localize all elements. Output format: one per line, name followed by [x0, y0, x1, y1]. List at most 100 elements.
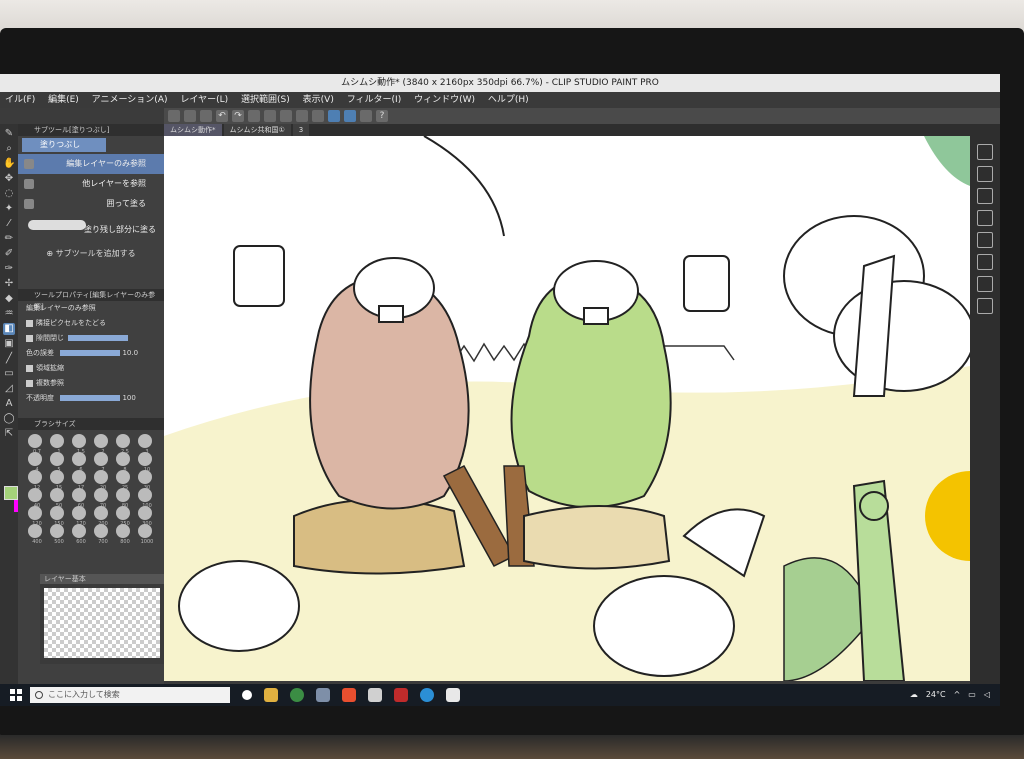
brush-size-option[interactable]: 17: [72, 470, 86, 491]
menu-animation[interactable]: アニメーション(A): [87, 92, 173, 108]
volume-icon[interactable]: ◁: [984, 684, 990, 706]
clear-icon[interactable]: [248, 110, 260, 122]
network-icon[interactable]: ▭: [968, 684, 976, 706]
transform-icon[interactable]: [280, 110, 292, 122]
zoom-tool-icon[interactable]: ⌕: [3, 143, 15, 155]
brush-size-option[interactable]: 15: [50, 470, 64, 491]
dock-button-1[interactable]: [977, 144, 993, 160]
prop-area-scaling[interactable]: 領域拡縮: [18, 361, 164, 376]
brush-tool-icon[interactable]: ✐: [3, 248, 15, 260]
menu-window[interactable]: ウィンドウ(W): [409, 92, 480, 108]
document-icon[interactable]: [368, 688, 382, 702]
brush-size-option[interactable]: 30: [138, 470, 152, 491]
dock-button-5[interactable]: [977, 232, 993, 248]
snap-grid-icon[interactable]: [360, 110, 372, 122]
menu-view[interactable]: 表示(V): [298, 92, 339, 108]
text-tool-icon[interactable]: A: [3, 398, 15, 410]
pen-tool-icon[interactable]: ✎: [3, 128, 15, 140]
brush-size-option[interactable]: 7: [94, 452, 108, 473]
brush-size-option[interactable]: 250: [116, 506, 130, 527]
opacity-slider[interactable]: [60, 395, 121, 401]
brush-size-option[interactable]: 8: [116, 452, 130, 473]
brush-size-option[interactable]: 50: [50, 488, 64, 509]
weather-icon[interactable]: ☁: [910, 684, 918, 706]
brush-size-option[interactable]: 120: [28, 506, 42, 527]
deselect-icon[interactable]: [296, 110, 308, 122]
brush-size-option[interactable]: 0.7: [28, 434, 42, 455]
brush-size-option[interactable]: 170: [72, 506, 86, 527]
brush-size-option[interactable]: 2.5: [116, 434, 130, 455]
balloon-tool-icon[interactable]: ◯: [3, 413, 15, 425]
drawing-canvas[interactable]: [164, 136, 970, 681]
prop-multiple-ref[interactable]: 複数参照: [18, 376, 164, 391]
brush-size-option[interactable]: 10: [138, 452, 152, 473]
brush-size-option[interactable]: 800: [116, 524, 130, 545]
pencil-tool-icon[interactable]: ✏: [3, 233, 15, 245]
new-icon[interactable]: [168, 110, 180, 122]
dock-button-4[interactable]: [977, 210, 993, 226]
move-tool-icon[interactable]: ✥: [3, 173, 15, 185]
brush-size-option[interactable]: 40: [28, 488, 42, 509]
snap-special-ruler-icon[interactable]: [344, 110, 356, 122]
filezilla-icon[interactable]: [394, 688, 408, 702]
redo-icon[interactable]: ↷: [232, 110, 244, 122]
dock-button-2[interactable]: [977, 166, 993, 182]
brush-size-option[interactable]: 20: [94, 470, 108, 491]
figure-tool-icon[interactable]: ╱: [3, 353, 15, 365]
prop-follow-pixels[interactable]: 隣接ピクセルをたどる: [18, 316, 164, 331]
dock-button-7[interactable]: [977, 276, 993, 292]
windows-start-icon[interactable]: [10, 689, 22, 701]
dock-button-8[interactable]: [977, 298, 993, 314]
brush-size-option[interactable]: 100: [138, 488, 152, 509]
help-icon[interactable]: ?: [376, 110, 388, 122]
eraser-tool-icon[interactable]: ◆: [3, 293, 15, 305]
fill-icon[interactable]: [264, 110, 276, 122]
brush-size-option[interactable]: 200: [94, 506, 108, 527]
brush-size-option[interactable]: 6: [72, 452, 86, 473]
fill-tool-icon[interactable]: ◧: [3, 323, 15, 335]
brush-size-option[interactable]: 5: [50, 452, 64, 473]
menu-file[interactable]: イル(F): [0, 92, 40, 108]
decoration-tool-icon[interactable]: ✢: [3, 278, 15, 290]
color-margin-slider[interactable]: [60, 350, 121, 356]
layer-thumbnail[interactable]: [44, 588, 160, 658]
correct-line-tool-icon[interactable]: ⇱: [3, 428, 15, 440]
frame-tool-icon[interactable]: ▭: [3, 368, 15, 380]
hand-tool-icon[interactable]: ✋: [3, 158, 15, 170]
gap-slider[interactable]: [68, 335, 128, 341]
prop-color-margin[interactable]: 色の誤差 10.0: [18, 346, 164, 361]
prop-opacity[interactable]: 不透明度 100: [18, 391, 164, 406]
chrome-icon[interactable]: [290, 688, 304, 702]
select-tool-icon[interactable]: ◌: [3, 188, 15, 200]
brush-size-option[interactable]: 70: [94, 488, 108, 509]
brush-size-option[interactable]: 4: [28, 452, 42, 473]
gradient-tool-icon[interactable]: ▣: [3, 338, 15, 350]
brush-size-option[interactable]: 3: [138, 434, 152, 455]
brush-size-option[interactable]: 25: [116, 470, 130, 491]
save-icon[interactable]: [200, 110, 212, 122]
dock-button-3[interactable]: [977, 188, 993, 204]
tab-document-1[interactable]: ムシムシ動作*: [164, 124, 222, 136]
tray-chevron-icon[interactable]: ^: [954, 684, 961, 706]
brush-size-option[interactable]: 150: [50, 506, 64, 527]
menu-selection[interactable]: 選択範囲(S): [236, 92, 295, 108]
undo-icon[interactable]: ↶: [216, 110, 228, 122]
menu-help[interactable]: ヘルプ(H): [483, 92, 534, 108]
prop-close-gap[interactable]: 隙間閉じ: [18, 331, 164, 346]
brush-size-option[interactable]: 700: [94, 524, 108, 545]
add-subtool-button[interactable]: ⊕ サブツールを追加する: [18, 248, 164, 259]
open-icon[interactable]: [184, 110, 196, 122]
eyedropper-tool-icon[interactable]: ⁄: [3, 218, 15, 230]
brush-size-option[interactable]: 400: [28, 524, 42, 545]
brush-size-option[interactable]: 60: [72, 488, 86, 509]
airbrush-tool-icon[interactable]: ✑: [3, 263, 15, 275]
file-explorer-icon[interactable]: [264, 688, 278, 702]
brush-size-option[interactable]: 1.5: [72, 434, 86, 455]
brush-size-option[interactable]: 500: [50, 524, 64, 545]
subtool-option-enclose[interactable]: 囲って塗る: [18, 194, 164, 214]
ruler-tool-icon[interactable]: ◿: [3, 383, 15, 395]
subtool-group-fill[interactable]: 塗りつぶし: [22, 138, 106, 152]
subtool-option-other-layer[interactable]: 他レイヤーを参照: [18, 174, 164, 194]
brush-size-option[interactable]: 2: [94, 434, 108, 455]
edge-icon[interactable]: [420, 688, 434, 702]
